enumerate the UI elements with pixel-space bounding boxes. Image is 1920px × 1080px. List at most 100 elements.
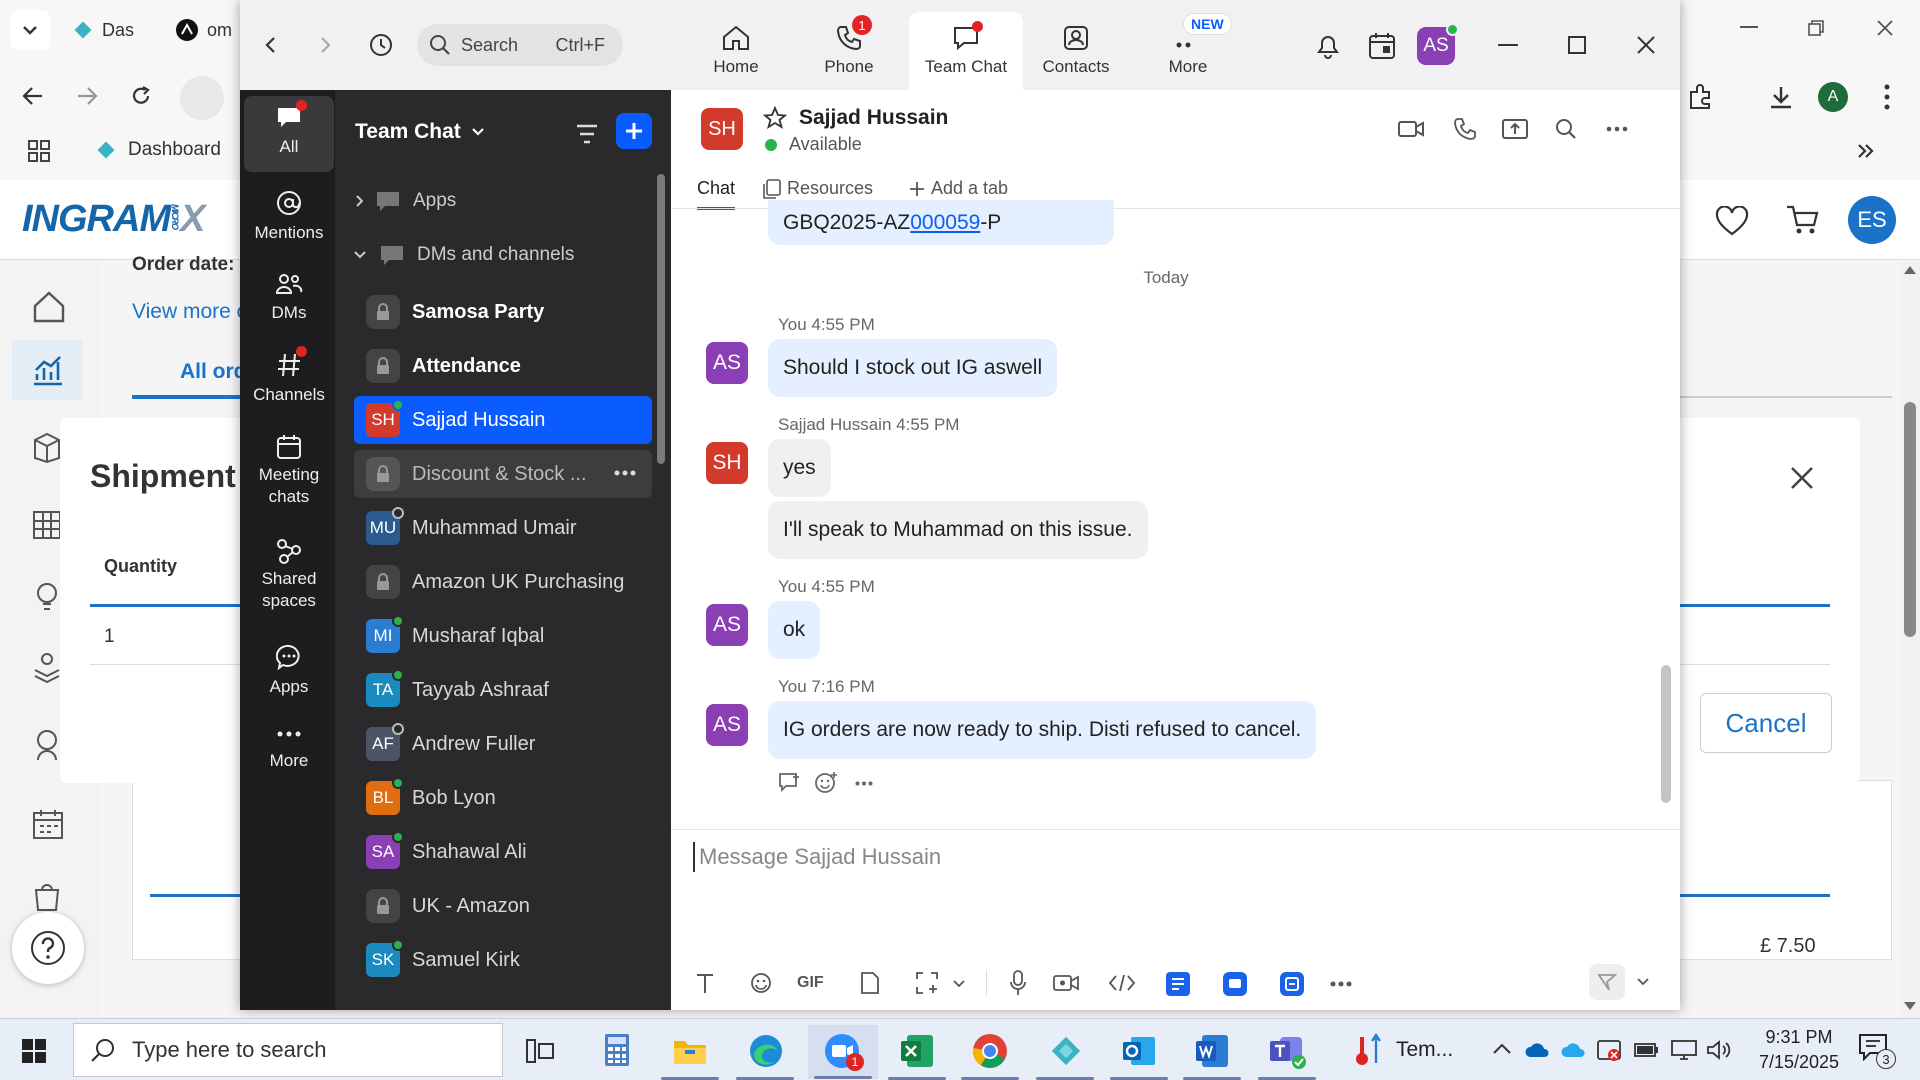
search-icon[interactable] [1555,118,1577,140]
scheduler-app-icon[interactable] [1280,972,1304,996]
back-icon[interactable] [22,86,44,106]
tab-home[interactable]: Home [679,12,793,90]
text-format-icon[interactable] [695,972,715,994]
list-item[interactable]: MI Musharaf Iqbal [354,612,652,660]
rail-item-dms[interactable]: DMs [244,272,334,324]
message-avatar[interactable]: SH [706,442,748,484]
windows-start-icon[interactable] [22,1039,46,1063]
rail-item-mentions[interactable]: Mentions [244,190,334,244]
scroll-up-icon[interactable] [1904,266,1916,274]
rail-item-channels[interactable]: Channels [244,346,334,406]
rail-item-shared-spaces[interactable]: Shared spaces [244,538,334,612]
chrome-icon[interactable] [972,1033,1008,1069]
gif-button[interactable]: GIF [797,974,824,992]
tab-list-button[interactable] [10,10,50,50]
tab-more[interactable]: NEW More [1131,12,1245,90]
file-icon[interactable] [860,971,880,995]
user-avatar[interactable]: AS [1417,23,1459,65]
message-link[interactable]: 000059 [910,211,980,235]
more-icon[interactable] [1330,981,1352,987]
back-icon[interactable] [264,36,276,54]
message-bubble[interactable]: Should I stock out IG aswell [768,339,1058,397]
home-icon[interactable] [32,290,66,324]
onedrive-icon[interactable] [1560,1041,1588,1059]
emoji-icon[interactable] [750,972,772,994]
task-view-icon[interactable] [526,1039,554,1063]
screenshot-icon[interactable] [915,971,939,995]
page-scrollbar[interactable] [1900,262,1920,1018]
excel-icon[interactable] [899,1033,935,1069]
volume-icon[interactable] [1706,1039,1732,1061]
scroll-thumb[interactable] [1904,402,1916,637]
message-bubble[interactable]: GBQ2025-AZ 000059 -P [768,200,1114,245]
security-icon[interactable] [1596,1037,1622,1063]
forward-icon[interactable] [76,86,98,106]
message-bubble[interactable]: IG orders are now ready to ship. Disti r… [768,701,1317,759]
apps-grid-icon[interactable] [28,140,50,162]
menu-dots-icon[interactable] [1884,84,1890,110]
bookmark-dashboard[interactable]: Dashboard [94,138,221,162]
chevron-up-icon[interactable] [1492,1043,1512,1055]
list-item[interactable]: AF Andrew Fuller [354,720,652,768]
close-icon[interactable] [1636,35,1656,55]
tab-resources[interactable]: Resources [763,178,873,199]
contact-name[interactable]: Sajjad Hussain [799,106,948,130]
list-item[interactable]: SH Sajjad Hussain [354,396,652,444]
close-icon[interactable] [1877,20,1893,36]
browser-tab[interactable]: om [175,12,232,48]
doc-app-icon[interactable] [1166,972,1190,996]
whiteboard-app-icon[interactable] [1223,972,1247,996]
bag-icon[interactable] [32,882,62,912]
cancel-button[interactable]: Cancel [1700,693,1832,753]
battery-icon[interactable] [1634,1041,1660,1059]
learning-icon[interactable] [32,652,62,686]
message-bubble[interactable]: I'll speak to Muhammad on this issue. [768,501,1148,559]
teams-icon[interactable] [1268,1031,1308,1071]
more-icon[interactable] [855,781,873,786]
emoji-reaction-icon[interactable] [814,771,838,795]
minimize-icon[interactable] [1498,44,1518,46]
extensions-icon[interactable] [1688,84,1714,110]
taskbar-app-zoom[interactable]: 1 [808,1025,878,1079]
list-item[interactable]: UK - Amazon [354,882,652,930]
chevron-down-icon[interactable] [953,980,965,988]
list-item[interactable]: MU Muhammad Umair [354,504,652,552]
reload-icon[interactable] [130,85,152,107]
help-button[interactable] [12,912,84,984]
message-bubble[interactable]: ok [768,601,821,659]
list-item[interactable]: SK Samuel Kirk [354,936,652,984]
message-avatar[interactable]: AS [706,604,748,646]
cart-icon[interactable] [1786,204,1820,236]
forward-icon[interactable] [320,36,332,54]
reply-icon[interactable] [778,772,802,794]
onedrive-icon[interactable] [1524,1041,1552,1059]
message-bubble[interactable]: yes [768,439,831,497]
section-apps[interactable]: Apps [355,190,456,212]
add-tab-button[interactable]: Add a tab [909,178,1008,199]
tab-all-orders[interactable]: All ord [180,360,247,384]
maximize-icon[interactable] [1568,36,1586,54]
code-icon[interactable] [1108,974,1136,992]
word-icon[interactable] [1194,1033,1230,1069]
calendar-icon[interactable] [32,808,64,840]
microphone-icon[interactable] [1010,970,1026,996]
calendar-icon[interactable] [1368,32,1396,60]
message-avatar[interactable]: AS [706,704,748,746]
list-item[interactable]: Discount & Stock ... [354,450,652,498]
heart-icon[interactable] [1715,206,1749,236]
list-item[interactable]: Amazon UK Purchasing [354,558,652,606]
minimize-icon[interactable] [1740,26,1758,30]
section-dms-channels[interactable]: DMs and channels [353,244,574,266]
message-input[interactable]: Message Sajjad Hussain [693,842,1653,872]
notification-center[interactable]: 3 [1858,1033,1898,1069]
rail-item-apps[interactable]: Apps [244,644,334,698]
new-chat-button[interactable] [616,113,652,149]
list-scrollbar[interactable] [657,174,665,464]
history-icon[interactable] [368,32,394,58]
diamond-app-icon[interactable] [1048,1033,1084,1069]
list-item[interactable]: TA Tayyab Ashraaf [354,666,652,714]
file-explorer-icon[interactable] [673,1037,707,1065]
rail-item-more[interactable]: More [244,730,334,772]
list-item[interactable]: SA Shahawal Ali [354,828,652,876]
lightbulb-icon[interactable] [32,580,62,614]
